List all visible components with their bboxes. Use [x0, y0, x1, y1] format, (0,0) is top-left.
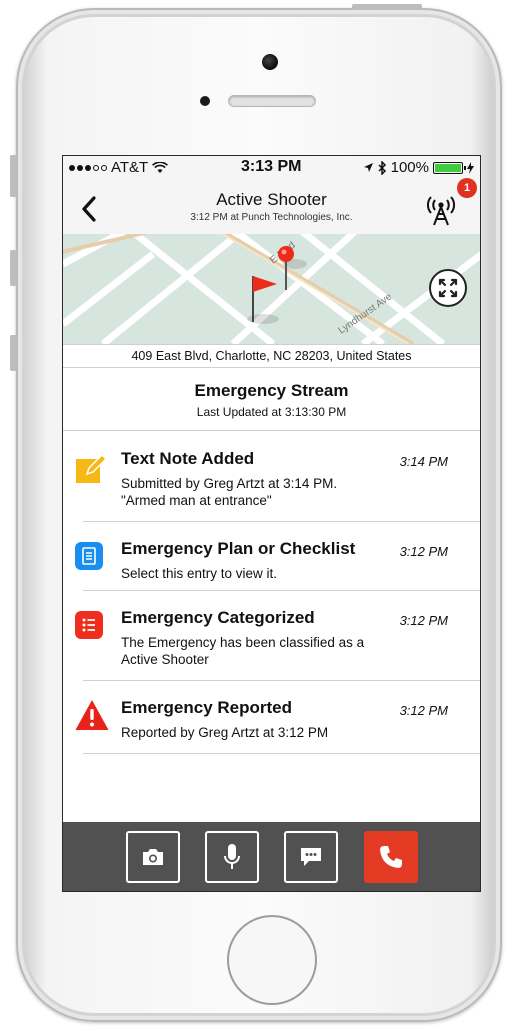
map-streets: E Blvd Lyndhurst Ave [63, 234, 480, 344]
warning-triangle-icon [75, 700, 109, 730]
entry-title: Emergency Plan or Checklist [121, 539, 356, 558]
page-subtitle: 3:12 PM at Punch Technologies, Inc. [190, 212, 353, 223]
battery-icon [433, 161, 466, 174]
stream-entry-text-note[interactable]: Text Note Added Submitted by Greg Artzt … [63, 432, 480, 522]
stream-entry-categorized[interactable]: Emergency Categorized The Emergency has … [63, 591, 480, 681]
volume-up-button [10, 250, 17, 286]
entry-time: 3:14 PM [399, 454, 448, 469]
power-button [352, 4, 422, 10]
camera-button[interactable] [126, 831, 180, 883]
home-button[interactable] [227, 915, 317, 1005]
location-arrow-icon [363, 163, 373, 172]
phone-icon [380, 846, 402, 868]
status-bar: AT&T 3:13 PM 100% [63, 156, 480, 178]
location-address: 409 East Blvd, Charlotte, NC 28203, Unit… [63, 344, 480, 368]
signal-strength-icon [69, 164, 107, 171]
entry-desc-line: Select this entry to view it. [121, 566, 278, 581]
mute-switch [10, 155, 17, 197]
message-button[interactable] [284, 831, 338, 883]
stream-header: Emergency Stream Last Updated at 3:13:30… [63, 368, 480, 431]
divider [83, 753, 480, 754]
navigation-bar: Active Shooter 3:12 PM at Punch Technolo… [63, 178, 480, 234]
notification-badge: 1 [457, 178, 477, 198]
status-time: 3:13 PM [241, 158, 302, 175]
entry-desc-line: The Emergency has been classified as a [121, 635, 365, 650]
bluetooth-icon [378, 160, 386, 175]
entry-description: The Emergency has been classified as a A… [121, 634, 401, 668]
pencil-note-icon [76, 453, 107, 483]
entry-description: Reported by Greg Artzt at 3:12 PM [121, 724, 401, 741]
stream-updated: Last Updated at 3:13:30 PM [196, 405, 347, 419]
record-audio-button[interactable] [205, 831, 259, 883]
earpiece-speaker [228, 95, 316, 107]
volume-down-button [10, 335, 17, 371]
action-toolbar [63, 822, 480, 891]
entry-description: Select this entry to view it. [121, 565, 401, 582]
stream-title: Emergency Stream [194, 381, 349, 400]
expand-map-button[interactable] [429, 269, 467, 307]
entry-description: Submitted by Greg Artzt at 3:14 PM. "Arm… [121, 475, 401, 509]
screen: AT&T 3:13 PM 100% Active Shooter 3:12 PM… [62, 155, 481, 892]
entry-time: 3:12 PM [399, 613, 448, 628]
map-view[interactable]: E Blvd Lyndhurst Ave [63, 234, 480, 344]
entry-desc-line: "Armed man at entrance" [121, 493, 272, 508]
entry-desc-line: Active Shooter [121, 652, 209, 667]
entry-title: Emergency Reported [121, 698, 292, 717]
wifi-icon [152, 161, 169, 173]
chat-bubble-icon [301, 848, 321, 866]
front-camera [262, 54, 278, 70]
call-button[interactable] [364, 831, 418, 883]
entry-time: 3:12 PM [399, 544, 448, 559]
page-title: Active Shooter [216, 190, 327, 209]
checklist-icon [75, 542, 103, 570]
stream-entry-checklist[interactable]: Emergency Plan or Checklist Select this … [63, 522, 480, 591]
charging-bolt-icon [467, 161, 474, 174]
battery-percent: 100% [390, 159, 429, 176]
proximity-sensor [200, 96, 210, 106]
camera-icon [143, 849, 163, 865]
expand-arrows-icon [438, 278, 458, 298]
carrier-label: AT&T [111, 159, 149, 176]
entry-title: Text Note Added [121, 449, 255, 468]
entry-time: 3:12 PM [399, 703, 448, 718]
list-icon [75, 611, 103, 639]
stream-entry-reported[interactable]: Emergency Reported Reported by Greg Artz… [63, 681, 480, 754]
entry-desc-line: Reported by Greg Artzt at 3:12 PM [121, 725, 329, 740]
entry-desc-line: Submitted by Greg Artzt at 3:14 PM. [121, 476, 338, 491]
microphone-icon [224, 844, 240, 869]
entry-title: Emergency Categorized [121, 608, 315, 627]
radio-tower-icon[interactable] [421, 192, 461, 228]
